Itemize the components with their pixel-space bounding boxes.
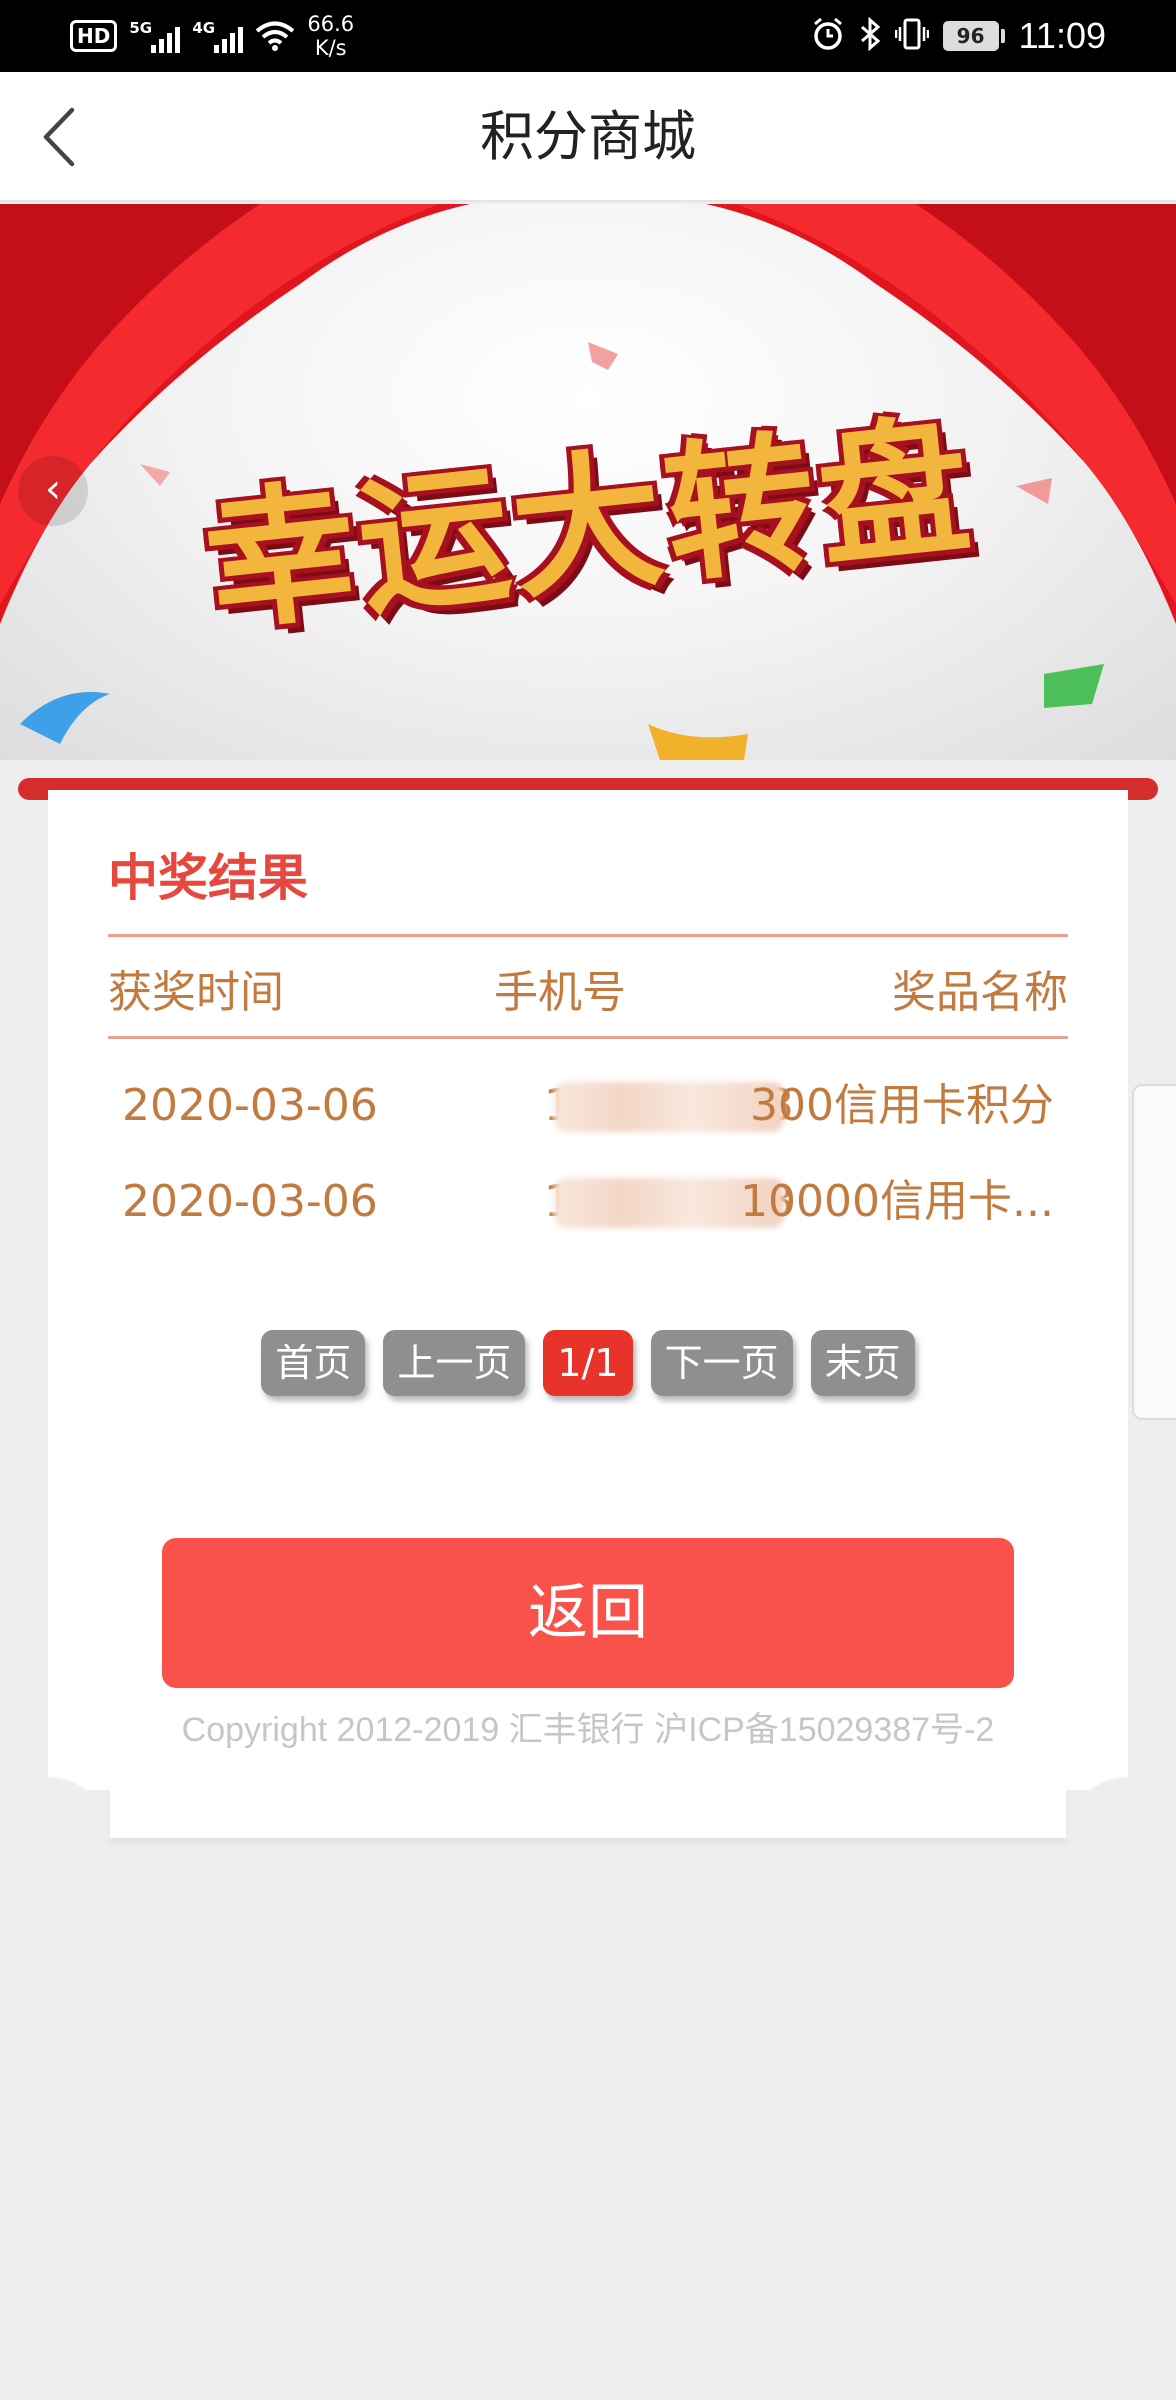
network-speed: 66.6 K/s [307,12,354,60]
award-date: 2020-03-06 [122,1080,378,1131]
status-left: HD 5G 4G 66.6 K/s [70,10,354,62]
prize-name: 300信用卡积分 [750,1080,1054,1131]
copyright-text: Copyright 2012-2019 汇丰银行 沪ICP备15029387号-… [181,1711,995,1749]
lucky-wheel-banner[interactable]: 幸运大转盘 ‹ [0,204,1176,760]
card-bottom-strip [110,1790,1066,1838]
alarm-icon [811,17,845,55]
hd-indicator: HD [70,20,118,52]
table-row: 2020-03-06 1 3 300信用卡积分 [108,1066,1068,1146]
net-type-label: 4G [192,19,216,37]
next-page-button[interactable]: 下一页 [650,1330,793,1396]
chevron-left-icon: ‹ [45,466,61,512]
net-type-label: 5G [129,19,153,37]
bluetooth-icon [859,16,881,55]
speed-value: 66.6 [307,12,355,36]
pagination: 首页 上一页 1/1 下一页 末页 [0,1330,1176,1400]
card-notch-right [1066,1776,1128,1838]
first-page-button[interactable]: 首页 [261,1330,366,1396]
vibrate-icon [894,17,929,55]
clock: 11:09 [1018,15,1106,56]
results-title: 中奖结果 [108,849,308,907]
signal-5g-icon: 5G [129,19,181,53]
page-title: 积分商城 [480,105,696,168]
divider [108,934,1068,937]
battery-level: 96 [942,21,999,51]
award-date: 2020-03-06 [122,1176,378,1227]
banner-prev-button[interactable]: ‹ [18,456,88,526]
status-bar: HD 5G 4G 66.6 K/s 96 11:09 [0,0,1176,72]
wifi-icon [255,20,295,52]
speed-unit: K/s [314,36,347,60]
current-page-indicator[interactable]: 1/1 [543,1330,633,1396]
header-award-time: 获奖时间 [108,967,284,1018]
table-row: 2020-03-06 1 3 10000信用卡... [108,1162,1068,1242]
prev-page-button[interactable]: 上一页 [383,1330,526,1396]
last-page-button[interactable]: 末页 [810,1330,915,1396]
return-button[interactable]: 返回 [162,1538,1014,1688]
nav-bar: 积分商城 [0,72,1176,202]
header-phone: 手机号 [494,967,626,1018]
battery-icon: 96 [942,21,1005,51]
prize-name: 10000信用卡... [740,1176,1054,1227]
side-drawer-handle[interactable] [1132,1084,1176,1420]
status-right: 96 11:09 [811,10,1106,62]
header-prize-name: 奖品名称 [892,967,1068,1018]
divider [108,1036,1068,1039]
signal-4g-icon: 4G [192,19,244,53]
card-notch-left [48,1776,110,1838]
